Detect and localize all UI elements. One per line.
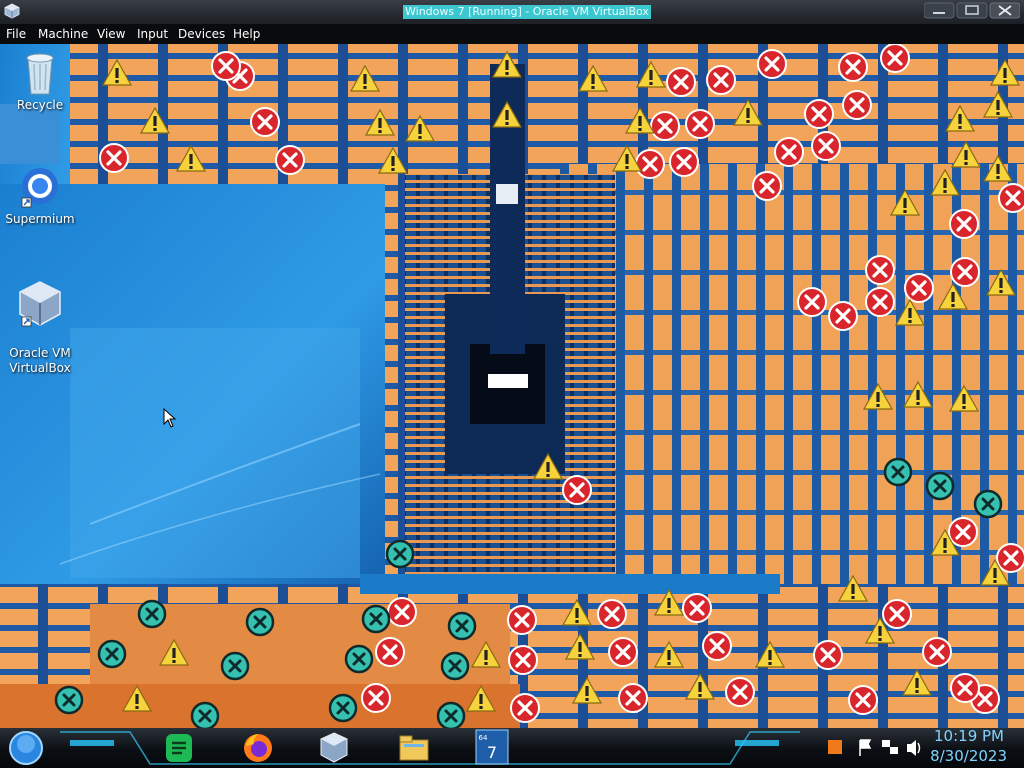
window-controls[interactable] xyxy=(924,2,1020,20)
svg-text:7: 7 xyxy=(487,743,497,762)
desktop-icon-label: Recycle xyxy=(16,98,64,112)
clock-date[interactable]: 8/30/2023 xyxy=(930,747,1007,765)
windows7-vm-icon[interactable]: 7 64 xyxy=(472,728,512,768)
menu-help[interactable]: Help xyxy=(233,24,260,44)
virtualbox-icon[interactable] xyxy=(316,728,352,768)
volume-icon[interactable] xyxy=(904,728,924,768)
file-explorer-icon[interactable] xyxy=(396,728,432,768)
svg-text:64: 64 xyxy=(479,734,488,742)
menu-devices[interactable]: Devices xyxy=(178,24,225,44)
mouse-cursor-icon xyxy=(163,408,177,428)
desktop-icon-label: Oracle VM VirtualBox xyxy=(9,346,71,375)
desktop-icon-recycle-bin[interactable]: Recycle xyxy=(0,50,80,112)
desktop-icon-label: Supermium xyxy=(5,212,75,226)
supermium-browser-icon xyxy=(21,168,58,208)
network-icon[interactable] xyxy=(880,728,900,768)
menu-input[interactable]: Input xyxy=(137,24,168,44)
glitch-background xyxy=(0,44,1024,728)
notes-app-icon[interactable] xyxy=(162,728,196,768)
virtualbox-icon xyxy=(4,3,20,19)
tray-app-icon[interactable] xyxy=(826,728,844,768)
recycle-bin-icon xyxy=(26,53,54,95)
desktop-icon-virtualbox[interactable]: Oracle VM VirtualBox xyxy=(0,264,80,376)
menu-machine[interactable]: Machine xyxy=(38,24,88,44)
taskbar: 7 64 xyxy=(0,728,1024,768)
window-titlebar[interactable]: Windows 7 [Running] - Oracle VM VirtualB… xyxy=(0,0,1024,24)
clock-time[interactable]: 10:19 PM xyxy=(934,727,1004,745)
firefox-icon[interactable] xyxy=(240,728,276,768)
window-title: Windows 7 [Running] - Oracle VM VirtualB… xyxy=(403,5,651,19)
virtualbox-icon xyxy=(19,281,61,327)
desktop-icon-supermium[interactable]: Supermium xyxy=(0,164,80,226)
menu-view[interactable]: View xyxy=(97,24,125,44)
action-center-flag-icon[interactable] xyxy=(856,728,874,768)
guest-screen[interactable]: Recycle Supermium Oracle VM VirtualBox xyxy=(0,44,1024,728)
start-orb-icon[interactable] xyxy=(6,728,46,768)
menu-bar: File Machine View Input Devices Help xyxy=(0,24,1024,44)
menu-file[interactable]: File xyxy=(6,24,26,44)
